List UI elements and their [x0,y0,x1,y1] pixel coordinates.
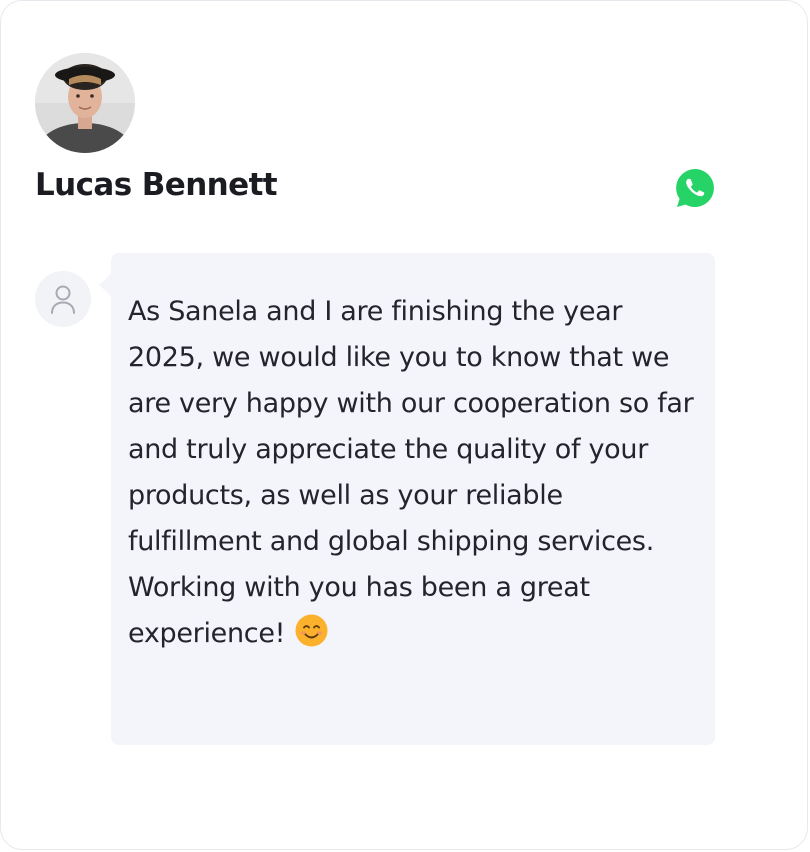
smiling-face-emoji-icon [295,614,328,647]
author-avatar [35,53,135,153]
testimonial-card: Lucas Bennett As Sanela and I are finish… [0,0,808,850]
author-name: Lucas Bennett [35,167,278,203]
author-photo [35,53,135,153]
message-bubble: As Sanela and I are finishing the year 2… [111,253,715,745]
whatsapp-icon[interactable] [674,167,716,209]
message-text: As Sanela and I are finishing the year 2… [128,296,694,649]
user-placeholder-icon [35,271,91,327]
message-text-container: As Sanela and I are finishing the year 2… [128,289,695,657]
